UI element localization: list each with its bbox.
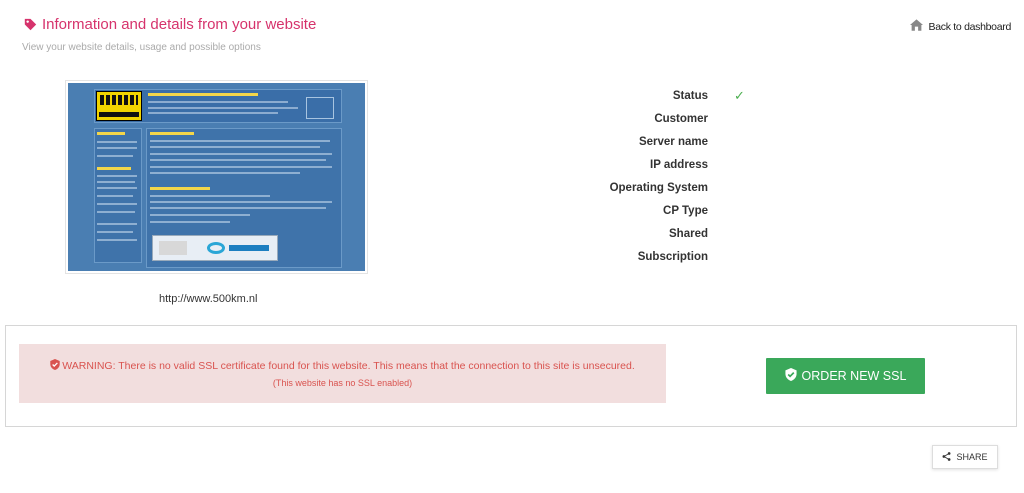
detail-label: Status [672, 89, 708, 102]
page-subtitle: View your website details, usage and pos… [22, 42, 261, 53]
detail-row-status: Status ✓ [560, 84, 745, 107]
detail-label: Shared [669, 227, 708, 240]
detail-label: Customer [654, 112, 708, 125]
detail-row-customer: Customer [560, 107, 745, 130]
warning-prefix: WARNING: [62, 360, 116, 372]
detail-label: CP Type [663, 204, 708, 217]
website-screenshot [65, 80, 368, 274]
detail-row-server-name: Server name [560, 130, 745, 153]
shield-icon [50, 359, 60, 375]
share-label: SHARE [956, 452, 988, 462]
share-icon [942, 451, 951, 463]
detail-label: Subscription [637, 250, 708, 263]
detail-label: Operating System [609, 181, 708, 194]
home-icon [909, 19, 923, 34]
detail-row-subscription: Subscription [560, 245, 745, 268]
page-title: Information and details from your websit… [24, 16, 316, 33]
ssl-warning: WARNING: There is no valid SSL certifica… [19, 344, 666, 403]
back-to-dashboard-link[interactable]: Back to dashboard [909, 19, 1012, 34]
detail-row-ip-address: IP address [560, 153, 745, 176]
tag-icon [24, 18, 37, 31]
warning-text: There is no valid SSL certificate found … [118, 360, 635, 372]
website-details-list: Status ✓ Customer Server name IP address… [560, 84, 745, 268]
site-logo [96, 91, 142, 121]
warning-note: (This website has no SSL enabled) [272, 378, 413, 388]
detail-row-operating-system: Operating System [560, 176, 745, 199]
detail-label: Server name [638, 135, 708, 148]
shield-check-icon [784, 368, 797, 384]
page-title-text: Information and details from your websit… [42, 16, 317, 33]
website-url: http://www.500km.nl [159, 293, 258, 305]
status-check-icon: ✓ [734, 87, 745, 103]
detail-row-cp-type: CP Type [560, 199, 745, 222]
detail-label: IP address [650, 158, 708, 171]
order-new-ssl-button[interactable]: ORDER NEW SSL [766, 358, 925, 394]
detail-row-shared: Shared [560, 222, 745, 245]
order-ssl-label: ORDER NEW SSL [801, 369, 907, 383]
back-link-label: Back to dashboard [928, 20, 1012, 33]
share-button[interactable]: SHARE [932, 445, 998, 469]
